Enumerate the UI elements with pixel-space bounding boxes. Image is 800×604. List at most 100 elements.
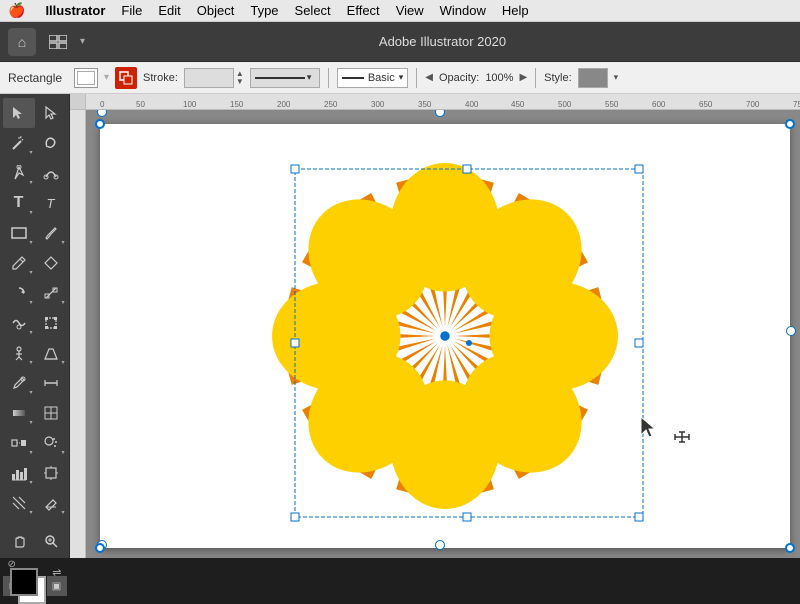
ruler-left [70,94,86,558]
style-label: Style: [544,72,572,84]
full-screen[interactable]: ▣ [47,576,67,596]
home-button[interactable]: ⌂ [8,28,36,56]
menu-file[interactable]: File [121,3,142,18]
artboard-handle-mr[interactable] [786,326,796,336]
menu-edit[interactable]: Edit [158,3,180,18]
tool-eraser[interactable]: ▾ [35,488,67,518]
tool-eyedropper[interactable]: ▾ [3,368,35,398]
handle-tl[interactable] [95,119,105,129]
tool-rectangle[interactable]: ▾ [3,218,35,248]
tool-touch-type[interactable]: T [35,188,67,218]
artboard-handle-bc[interactable] [435,540,445,550]
tool-lasso[interactable] [35,128,67,158]
tool-rotate[interactable]: ▾ [3,278,35,308]
shape-label: Rectangle [8,71,68,85]
tool-mesh[interactable] [35,398,67,428]
menu-window[interactable]: Window [440,3,486,18]
tool-row-3: ▾ [0,158,69,188]
stroke-spinners[interactable]: ▲ ▼ [236,70,244,86]
divider-3 [535,68,536,88]
stroke-dropdown[interactable]: ▾ [250,68,320,88]
ruler-top: 0 50 100 150 200 250 300 350 400 450 500… [70,94,800,110]
basic-label: Basic [368,72,395,84]
tool-row-2: ▾ [0,128,69,158]
tool-scale[interactable]: ▾ [35,278,67,308]
fill-color[interactable] [10,568,38,596]
tool-type[interactable]: T ▾ [3,188,35,218]
tool-paintbrush[interactable]: ▾ [35,218,67,248]
menu-select[interactable]: Select [295,3,331,18]
ruler-marks-horizontal: 0 50 100 150 200 250 300 350 400 450 500… [86,94,800,110]
layout-chevron[interactable]: ▾ [80,36,85,47]
tool-warp[interactable]: ▾ [3,308,35,338]
tool-free-transform[interactable] [35,308,67,338]
tool-row-6: ▾ [0,248,69,278]
layout-button[interactable] [44,28,72,56]
tool-perspective[interactable]: ▾ [35,338,67,368]
tool-direct-select[interactable] [35,98,67,128]
tool-row-1 [0,98,69,128]
tool-artboard[interactable] [35,458,67,488]
tool-row-12: ▾ ▾ [0,428,69,458]
tool-blend[interactable]: ▾ [3,428,35,458]
tool-row-4: T ▾ T [0,188,69,218]
tool-gradient[interactable]: ▾ [3,398,35,428]
tool-curvature[interactable] [35,158,67,188]
canvas-area: 0 50 100 150 200 250 300 350 400 450 500… [70,94,800,558]
divider-2 [416,68,417,88]
divider-1 [328,68,329,88]
tool-hand[interactable] [3,526,35,556]
stroke-controls: ▲ ▼ [184,68,244,88]
fill-color-box[interactable] [74,68,98,88]
stroke-down[interactable]: ▼ [236,78,244,86]
transform-icon[interactable] [115,67,137,89]
tool-zoom[interactable] [35,526,67,556]
opacity-value: 100% [485,72,513,84]
tool-row-8: ▾ [0,308,69,338]
tool-select[interactable] [3,98,35,128]
handle-br[interactable] [785,543,795,553]
tool-row-11: ▾ [0,398,69,428]
tool-measure[interactable] [35,368,67,398]
menu-object[interactable]: Object [197,3,235,18]
prev-arrow[interactable]: ◀ [425,72,433,83]
menu-help[interactable]: Help [502,3,529,18]
style-box[interactable] [578,68,608,88]
tool-column-graph[interactable]: ▾ [3,458,35,488]
basic-chevron[interactable]: ▾ [399,72,404,83]
tool-shaper[interactable] [35,248,67,278]
menu-type[interactable]: Type [250,3,278,18]
menu-view[interactable]: View [396,3,424,18]
tool-row-15 [0,526,69,556]
tool-pen[interactable]: ▾ [3,158,35,188]
ruler-corner [70,94,86,110]
main-area: ▾ ▾ [0,94,800,558]
handle-tr[interactable] [785,119,795,129]
tool-slice[interactable]: ▾ [3,488,35,518]
flower-svg[interactable] [100,124,790,548]
style-chevron[interactable]: ▾ [614,72,619,83]
artboard [100,124,790,548]
left-toolbar: ▾ ▾ [0,94,70,558]
color-swap-icon[interactable]: ⇌ [52,566,61,579]
tool-pencil[interactable]: ▾ [3,248,35,278]
home-icon: ⌂ [18,34,26,50]
menu-effect[interactable]: Effect [347,3,380,18]
color-none-icon[interactable]: ⊘ [8,559,16,570]
brush-dropdown[interactable]: Basic ▾ [337,68,408,88]
fill-chevron[interactable]: ▾ [104,72,109,83]
handle-bl[interactable] [95,543,105,553]
stroke-label: Stroke: [143,72,178,84]
tool-puppet-warp[interactable]: ▾ [3,338,35,368]
apple-menu[interactable]: 🍎 [8,2,25,19]
tool-row-7: ▾ ▾ [0,278,69,308]
tool-row-14: ▾ ▾ [0,488,69,518]
tool-magic-wand[interactable]: ▾ [3,128,35,158]
tool-row-10: ▾ [0,368,69,398]
tool-symbol-sprayer[interactable]: ▾ [35,428,67,458]
next-arrow[interactable]: ▶ [519,72,527,83]
menu-bar: 🍎 Illustrator File Edit Object Type Sele… [0,0,800,22]
tool-row-9: ▾ ▾ [0,338,69,368]
stroke-value-input[interactable] [184,68,234,88]
menu-illustrator[interactable]: Illustrator [45,3,105,18]
